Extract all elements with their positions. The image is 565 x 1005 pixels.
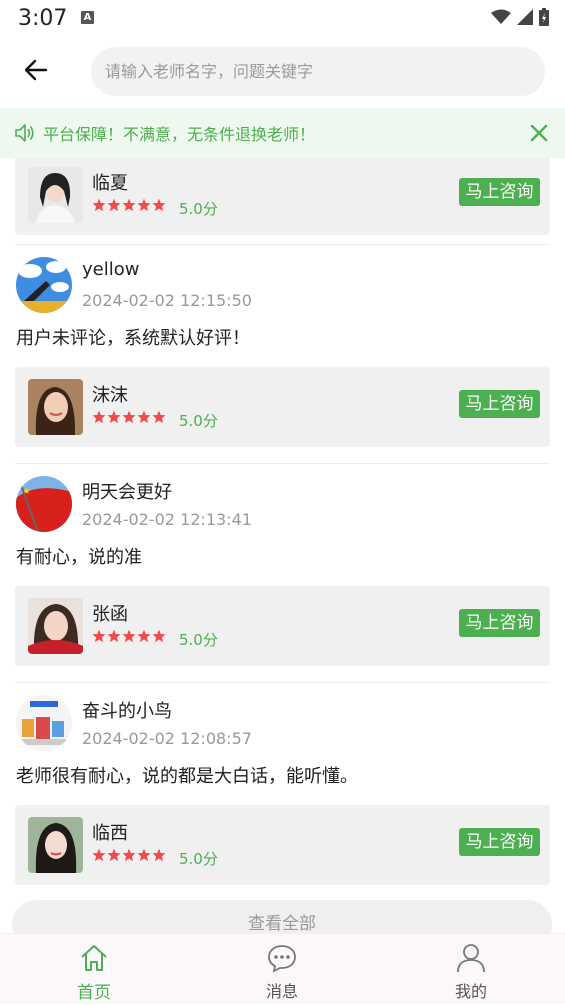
divider — [15, 682, 550, 683]
teacher-card[interactable]: 张函 5.0分 马上咨询 — [15, 586, 550, 666]
battery-icon — [539, 8, 549, 26]
status-bar: 3:07 A — [0, 0, 565, 40]
teacher-score: 5.0分 — [179, 850, 218, 868]
review-time: 2024-02-02 12:13:41 — [82, 510, 252, 529]
star-icon — [122, 410, 136, 424]
star-icon — [152, 198, 166, 212]
star-icon — [107, 629, 121, 643]
teacher-name: 张函 — [92, 604, 128, 625]
rating-stars — [92, 629, 166, 643]
tab-messages[interactable]: 消息 — [222, 934, 342, 1005]
view-all-button[interactable]: 查看全部 — [12, 900, 552, 933]
star-icon — [137, 629, 151, 643]
tab-home-label: 首页 — [77, 983, 111, 1003]
star-icon — [107, 198, 121, 212]
tab-profile[interactable]: 我的 — [411, 934, 531, 1005]
teacher-card[interactable]: 临夏 5.0分 马上咨询 — [15, 158, 550, 235]
star-icon — [122, 629, 136, 643]
divider — [15, 463, 550, 464]
teacher-avatar — [28, 167, 83, 223]
rating-stars — [92, 198, 166, 212]
notice-text: 平台保障！不满意，无条件退换老师！ — [43, 125, 316, 144]
star-icon — [107, 848, 121, 862]
star-icon — [92, 410, 106, 424]
tab-messages-label: 消息 — [265, 982, 298, 1001]
bottom-tab-bar: 首页 消息 我的 — [0, 933, 565, 1004]
teacher-score: 5.0分 — [179, 631, 218, 649]
star-icon — [107, 410, 121, 424]
teacher-name: 临西 — [92, 823, 128, 844]
rating-stars — [92, 410, 166, 424]
back-button[interactable] — [18, 52, 54, 88]
review-time: 2024-02-02 12:08:57 — [82, 729, 252, 748]
arrow-left-icon — [24, 59, 48, 81]
user-avatar — [16, 257, 72, 313]
star-icon — [92, 848, 106, 862]
review-time: 2024-02-02 12:15:50 — [82, 291, 252, 310]
user-avatar — [16, 695, 72, 751]
star-icon — [137, 410, 151, 424]
tab-home[interactable]: 首页 — [34, 934, 154, 1005]
notification-a-icon: A — [81, 11, 94, 24]
teacher-score: 5.0分 — [179, 412, 218, 430]
header — [0, 40, 565, 108]
review-comment: 用户未评论，系统默认好评！ — [16, 328, 250, 349]
star-icon — [92, 629, 106, 643]
teacher-card[interactable]: 临西 5.0分 马上咨询 — [15, 805, 550, 885]
review-list: 临夏 5.0分 马上咨询 yellow 2024-02-02 12:15:50 … — [0, 158, 565, 933]
teacher-avatar — [28, 379, 83, 435]
signal-icon — [517, 9, 533, 25]
review-comment: 有耐心，说的准 — [16, 547, 142, 568]
user-avatar — [16, 476, 72, 532]
search-input[interactable] — [91, 47, 545, 96]
speaker-icon — [15, 124, 34, 142]
tab-profile-label: 我的 — [454, 982, 487, 1001]
star-icon — [92, 198, 106, 212]
star-icon — [152, 848, 166, 862]
teacher-avatar — [28, 598, 83, 654]
teacher-name: 沫沫 — [92, 385, 128, 406]
user-name: yellow — [82, 259, 140, 280]
consult-button[interactable]: 马上咨询 — [459, 609, 540, 637]
user-icon — [457, 944, 485, 973]
star-icon — [152, 629, 166, 643]
status-icons — [491, 8, 549, 26]
guarantee-notice: 平台保障！不满意，无条件退换老师！ — [0, 108, 565, 158]
user-name: 明天会更好 — [82, 482, 172, 503]
star-icon — [137, 848, 151, 862]
user-name: 奋斗的小鸟 — [82, 701, 172, 722]
star-icon — [122, 198, 136, 212]
teacher-avatar — [28, 817, 83, 873]
chat-bubble-icon — [268, 945, 296, 973]
teacher-score: 5.0分 — [179, 200, 218, 218]
star-icon — [137, 198, 151, 212]
close-icon[interactable] — [527, 121, 551, 145]
consult-button[interactable]: 马上咨询 — [459, 390, 540, 418]
star-icon — [152, 410, 166, 424]
consult-button[interactable]: 马上咨询 — [459, 828, 540, 856]
teacher-name: 临夏 — [92, 173, 128, 194]
divider — [15, 244, 550, 245]
home-icon — [81, 945, 107, 971]
status-time: 3:07 — [18, 6, 68, 31]
rating-stars — [92, 848, 166, 862]
teacher-card[interactable]: 沫沫 5.0分 马上咨询 — [15, 367, 550, 447]
star-icon — [122, 848, 136, 862]
consult-button[interactable]: 马上咨询 — [459, 178, 540, 206]
wifi-icon — [491, 9, 511, 24]
review-comment: 老师很有耐心，说的都是大白话，能听懂。 — [16, 766, 358, 787]
